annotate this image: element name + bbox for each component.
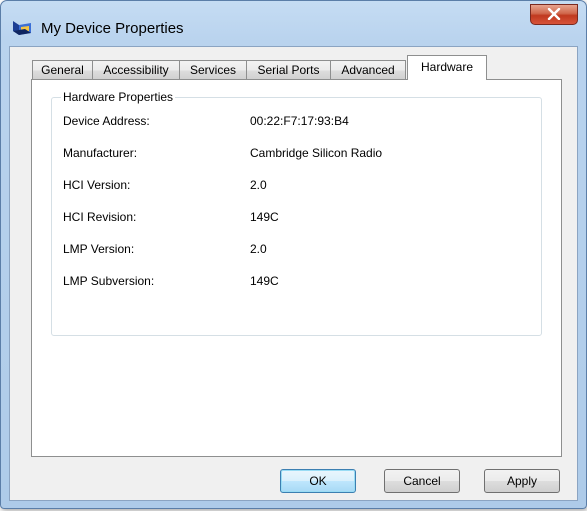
tab-accessibility[interactable]: Accessibility: [92, 60, 180, 80]
tab-hardware[interactable]: Hardware: [407, 55, 487, 80]
close-button[interactable]: [530, 4, 578, 25]
properties-window: My Device Properties General Accessibili…: [0, 0, 587, 509]
manufacturer-value: Cambridge Silicon Radio: [250, 146, 383, 160]
lmp-version-value: 2.0: [250, 242, 267, 256]
apply-button[interactable]: Apply: [484, 469, 560, 493]
tab-general[interactable]: General: [32, 60, 93, 80]
cancel-button[interactable]: Cancel: [384, 469, 460, 493]
manufacturer-label: Manufacturer:: [63, 146, 138, 160]
hci-version-value: 2.0: [250, 178, 267, 192]
tab-serial-ports[interactable]: Serial Ports: [246, 60, 331, 80]
lmp-subversion-label: LMP Subversion:: [63, 274, 155, 288]
tab-advanced[interactable]: Advanced: [330, 60, 406, 80]
device-address-value: 00:22:F7:17:93:B4: [250, 114, 349, 128]
lmp-subversion-value: 149C: [250, 274, 279, 288]
hci-version-label: HCI Version:: [63, 178, 131, 192]
group-title: Hardware Properties: [61, 90, 176, 104]
window-title: My Device Properties: [41, 20, 184, 37]
title-bar[interactable]: My Device Properties: [1, 1, 586, 45]
tab-services[interactable]: Services: [179, 60, 247, 80]
ok-button[interactable]: OK: [280, 469, 356, 493]
device-address-label: Device Address:: [63, 114, 150, 128]
lmp-version-label: LMP Version:: [63, 242, 135, 256]
close-icon: [547, 8, 561, 20]
dialog-client-area: General Accessibility Services Serial Po…: [9, 46, 578, 501]
hci-revision-label: HCI Revision:: [63, 210, 137, 224]
bluetooth-device-icon: [11, 19, 31, 37]
hci-revision-value: 149C: [250, 210, 279, 224]
hardware-properties-group: Hardware Properties Device Address: 00:2…: [51, 90, 542, 336]
hardware-tab-panel: Hardware Properties Device Address: 00:2…: [31, 79, 562, 457]
